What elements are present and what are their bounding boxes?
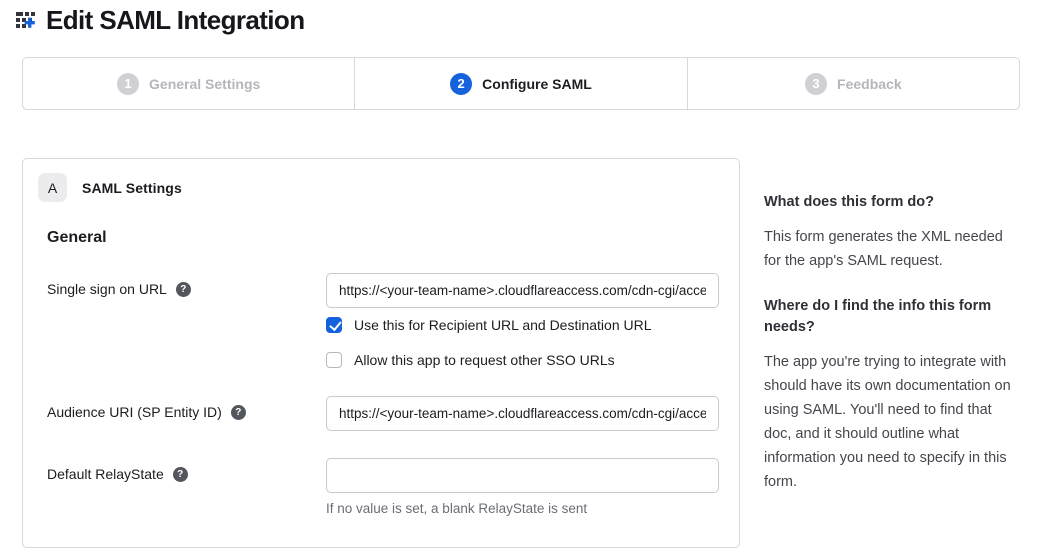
checkbox-row-recipient-url: Use this for Recipient URL and Destinati…: [326, 317, 719, 333]
step-number-badge: 2: [450, 73, 472, 95]
other-sso-urls-checkbox-label: Allow this app to request other SSO URLs: [354, 352, 615, 368]
audience-uri-label: Audience URI (SP Entity ID): [47, 404, 222, 420]
recipient-url-checkbox-label: Use this for Recipient URL and Destinati…: [354, 317, 652, 333]
section-header: A SAML Settings: [38, 173, 715, 202]
step-label: Feedback: [837, 76, 902, 92]
field-row-audience-uri: Audience URI (SP Entity ID) ?: [47, 396, 715, 431]
field-row-single-sign-on-url: Single sign on URL ? Use this for Recipi…: [47, 273, 715, 368]
step-feedback[interactable]: 3 Feedback: [687, 58, 1019, 109]
field-row-default-relaystate: Default RelayState ? If no value is set,…: [47, 458, 715, 516]
recipient-url-checkbox[interactable]: [326, 317, 342, 333]
page: { "page": { "title": "Edit SAML Integrat…: [0, 0, 1063, 515]
step-label: Configure SAML: [482, 76, 592, 92]
group-title-general: General: [47, 229, 715, 247]
wizard-stepper: 1 General Settings 2 Configure SAML 3 Fe…: [22, 57, 1020, 110]
field-label-group: Single sign on URL ?: [47, 273, 326, 297]
page-header: Edit SAML Integration: [15, 5, 304, 36]
field-control-group: Use this for Recipient URL and Destinati…: [326, 273, 719, 368]
step-number-badge: 3: [805, 73, 827, 95]
step-number-badge: 1: [117, 73, 139, 95]
help-sidebar: What does this form do? This form genera…: [764, 192, 1016, 494]
field-label-group: Audience URI (SP Entity ID) ?: [47, 396, 326, 420]
help-icon[interactable]: ?: [231, 405, 246, 420]
app-grid-plus-icon: [15, 6, 43, 36]
field-label-group: Default RelayState ?: [47, 458, 326, 482]
help-icon[interactable]: ?: [176, 282, 191, 297]
saml-settings-panel: A SAML Settings General Single sign on U…: [22, 158, 740, 548]
single-sign-on-url-label: Single sign on URL: [47, 281, 167, 297]
checkbox-row-other-sso-urls: Allow this app to request other SSO URLs: [326, 352, 719, 368]
sidebar-paragraph-where: The app you're trying to integrate with …: [764, 350, 1016, 494]
default-relaystate-label: Default RelayState: [47, 466, 164, 482]
section-title: SAML Settings: [82, 180, 182, 196]
sidebar-paragraph-what: This form generates the XML needed for t…: [764, 225, 1016, 273]
field-control-group: [326, 396, 719, 431]
step-label: General Settings: [149, 76, 260, 92]
relaystate-helper-text: If no value is set, a blank RelayState i…: [326, 501, 719, 516]
single-sign-on-url-input[interactable]: [326, 273, 719, 308]
field-control-group: If no value is set, a blank RelayState i…: [326, 458, 719, 516]
audience-uri-input[interactable]: [326, 396, 719, 431]
other-sso-urls-checkbox[interactable]: [326, 352, 342, 368]
step-general-settings[interactable]: 1 General Settings: [23, 58, 354, 109]
step-configure-saml[interactable]: 2 Configure SAML: [354, 58, 686, 109]
sidebar-heading-what: What does this form do?: [764, 192, 1016, 213]
default-relaystate-input[interactable]: [326, 458, 719, 493]
page-title: Edit SAML Integration: [46, 5, 304, 36]
help-icon[interactable]: ?: [173, 467, 188, 482]
sidebar-heading-where: Where do I find the info this form needs…: [764, 296, 1016, 338]
section-badge: A: [38, 173, 67, 202]
